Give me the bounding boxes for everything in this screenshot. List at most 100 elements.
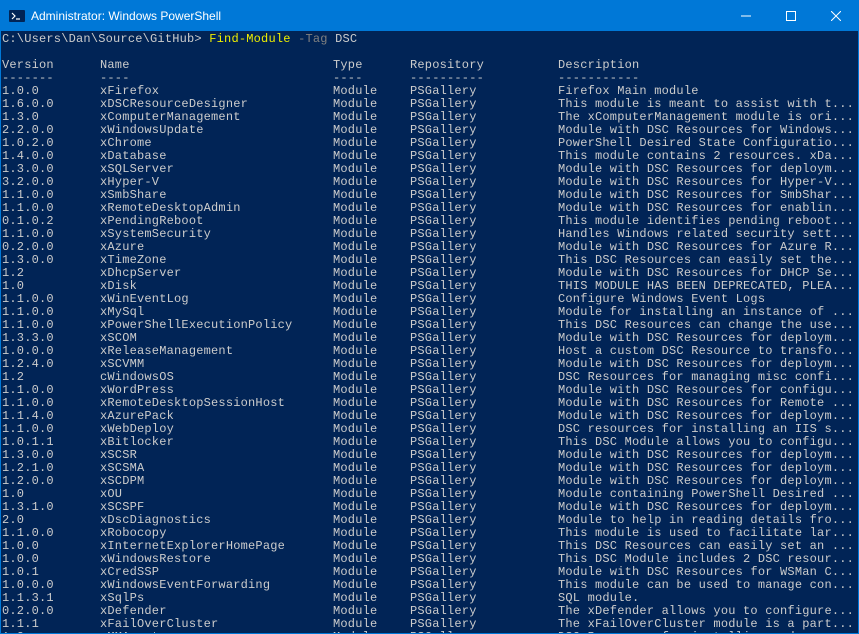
- table-row: 1.1.0.0xPowerShellExecutionPolicyModuleP…: [2, 319, 857, 332]
- cell-desc: Module with DSC Resources for WSMan C...: [558, 566, 857, 579]
- cell-name: xSQLServer: [100, 163, 333, 176]
- cell-desc: Module with DSC Resources for deploym...: [558, 410, 857, 423]
- cell-type: Module: [333, 241, 410, 254]
- cell-version: 1.2.0.0: [2, 475, 100, 488]
- cell-name: xSCOM: [100, 332, 333, 345]
- cell-type: Module: [333, 228, 410, 241]
- cell-desc: Module with DSC Resources for deploym...: [558, 449, 857, 462]
- table-row: 1.3.0.0xSQLServerModulePSGalleryModule w…: [2, 163, 857, 176]
- cell-version: 1.0.0.0: [2, 579, 100, 592]
- table-row: 1.1.0.0xRobocopyModulePSGalleryThis modu…: [2, 527, 857, 540]
- cell-repo: PSGallery: [410, 397, 558, 410]
- cell-desc: Configure Windows Event Logs: [558, 293, 857, 306]
- cell-name: xPendingReboot: [100, 215, 333, 228]
- cell-name: xDhcpServer: [100, 267, 333, 280]
- close-button[interactable]: [813, 1, 858, 31]
- cell-version: 1.2.4.0: [2, 358, 100, 371]
- cell-repo: PSGallery: [410, 579, 558, 592]
- cell-desc: This DSC Resources can change the use...: [558, 319, 857, 332]
- maximize-button[interactable]: [768, 1, 813, 31]
- col-header-type: Type: [333, 59, 410, 72]
- table-row: 1.0xDiskModulePSGalleryTHIS MODULE HAS B…: [2, 280, 857, 293]
- cell-version: 3.2.0.0: [2, 176, 100, 189]
- cell-version: 1.1.0.0: [2, 228, 100, 241]
- cell-version: 2.2.0.0: [2, 124, 100, 137]
- table-row: 1.1.0.0xMySqlModulePSGalleryModule for i…: [2, 306, 857, 319]
- table-row: 1.1.3.1xSqlPsModulePSGallerySQL module.: [2, 592, 857, 605]
- powershell-icon: [9, 8, 25, 24]
- cell-desc: Module with DSC Resources for deploym...: [558, 501, 857, 514]
- cell-desc: Firefox Main module: [558, 85, 857, 98]
- cell-type: Module: [333, 150, 410, 163]
- cell-desc: The xComputerManagement module is ori...: [558, 111, 857, 124]
- cell-desc: DSC Resources for managing misc confi...: [558, 371, 857, 384]
- cell-repo: PSGallery: [410, 176, 558, 189]
- cell-repo: PSGallery: [410, 475, 558, 488]
- cell-type: Module: [333, 319, 410, 332]
- cell-name: xDSCResourceDesigner: [100, 98, 333, 111]
- cell-type: Module: [333, 332, 410, 345]
- cell-type: Module: [333, 631, 410, 633]
- cell-repo: PSGallery: [410, 540, 558, 553]
- minimize-button[interactable]: [723, 1, 768, 31]
- table-row: 0.2.0.0xAzureModulePSGalleryModule with …: [2, 241, 857, 254]
- cell-name: xWindowsRestore: [100, 553, 333, 566]
- table-row: 1.1.4.0xAzurePackModulePSGalleryModule w…: [2, 410, 857, 423]
- cell-version: 1.0: [2, 488, 100, 501]
- cell-version: 1.1.0.0: [2, 319, 100, 332]
- cell-repo: PSGallery: [410, 150, 558, 163]
- titlebar[interactable]: Administrator: Windows PowerShell: [1, 1, 858, 31]
- cell-name: xHyper-V: [100, 176, 333, 189]
- cell-repo: PSGallery: [410, 514, 558, 527]
- cell-repo: PSGallery: [410, 345, 558, 358]
- cell-repo: PSGallery: [410, 384, 558, 397]
- cell-desc: Module with DSC Resources for SmbShar...: [558, 189, 857, 202]
- cell-repo: PSGallery: [410, 111, 558, 124]
- cell-version: 1.1.3.1: [2, 592, 100, 605]
- cell-version: 1.1.0.0: [2, 293, 100, 306]
- command-flag: -Tag: [298, 32, 328, 46]
- cell-version: 1.1.0.0: [2, 397, 100, 410]
- table-row: 1.0xOUModulePSGalleryModule containing P…: [2, 488, 857, 501]
- cell-repo: PSGallery: [410, 319, 558, 332]
- prompt-path: C:\Users\Dan\Source\GitHub>: [2, 32, 202, 46]
- table-row: 2.0xDscDiagnosticsModulePSGalleryModule …: [2, 514, 857, 527]
- cell-name: xDisk: [100, 280, 333, 293]
- cell-desc: This module can be used to manage con...: [558, 579, 857, 592]
- cell-repo: PSGallery: [410, 85, 558, 98]
- cell-desc: This DSC Resources can easily set the...: [558, 254, 857, 267]
- cell-desc: Module for installing an instance of ...: [558, 306, 857, 319]
- table-row: 1.2xDhcpServerModulePSGalleryModule with…: [2, 267, 857, 280]
- table-row: 1.0.0xInternetExplorerHomePageModulePSGa…: [2, 540, 857, 553]
- terminal-body[interactable]: C:\Users\Dan\Source\GitHub> Find-Module …: [1, 31, 858, 633]
- cell-type: Module: [333, 527, 410, 540]
- cell-version: 0.2.0.0: [2, 605, 100, 618]
- cell-type: Module: [333, 267, 410, 280]
- cell-name: xWordPress: [100, 384, 333, 397]
- table-row: 1.3.0.0xSCSRModulePSGalleryModule with D…: [2, 449, 857, 462]
- cell-type: Module: [333, 514, 410, 527]
- cell-version: 1.0.1.1: [2, 436, 100, 449]
- cell-version: 1.6.0.0: [2, 98, 100, 111]
- cell-version: 1.3.0.0: [2, 449, 100, 462]
- cell-desc: Module with DSC Resources for enablin...: [558, 202, 857, 215]
- cell-version: 1.0.0: [2, 553, 100, 566]
- cell-repo: PSGallery: [410, 241, 558, 254]
- table-row: 1.2.0.0xSCDPMModulePSGalleryModule with …: [2, 475, 857, 488]
- cell-repo: PSGallery: [410, 124, 558, 137]
- table-row: 1.3.0.0xTimeZoneModulePSGalleryThis DSC …: [2, 254, 857, 267]
- cell-name: xSCVMM: [100, 358, 333, 371]
- cell-desc: Module with DSC Resources for deploym...: [558, 462, 857, 475]
- col-header-repo: Repository: [410, 59, 558, 72]
- table-row: 1.0.2.0xChromeModulePSGalleryPowerShell …: [2, 137, 857, 150]
- table-row: 2.2.0.0xWindowsUpdateModulePSGalleryModu…: [2, 124, 857, 137]
- cell-name: xInternetExplorerHomePage: [100, 540, 333, 553]
- col-header-name: Name: [100, 59, 333, 72]
- cell-type: Module: [333, 397, 410, 410]
- cell-desc: Module with DSC Resources for deploym...: [558, 358, 857, 371]
- cell-desc: DSC resources for installing an IIS s...: [558, 423, 857, 436]
- cell-version: 1.2: [2, 267, 100, 280]
- cell-repo: PSGallery: [410, 137, 558, 150]
- cell-name: xSCSR: [100, 449, 333, 462]
- cell-desc: Module with DSC Resources for deploym...: [558, 475, 857, 488]
